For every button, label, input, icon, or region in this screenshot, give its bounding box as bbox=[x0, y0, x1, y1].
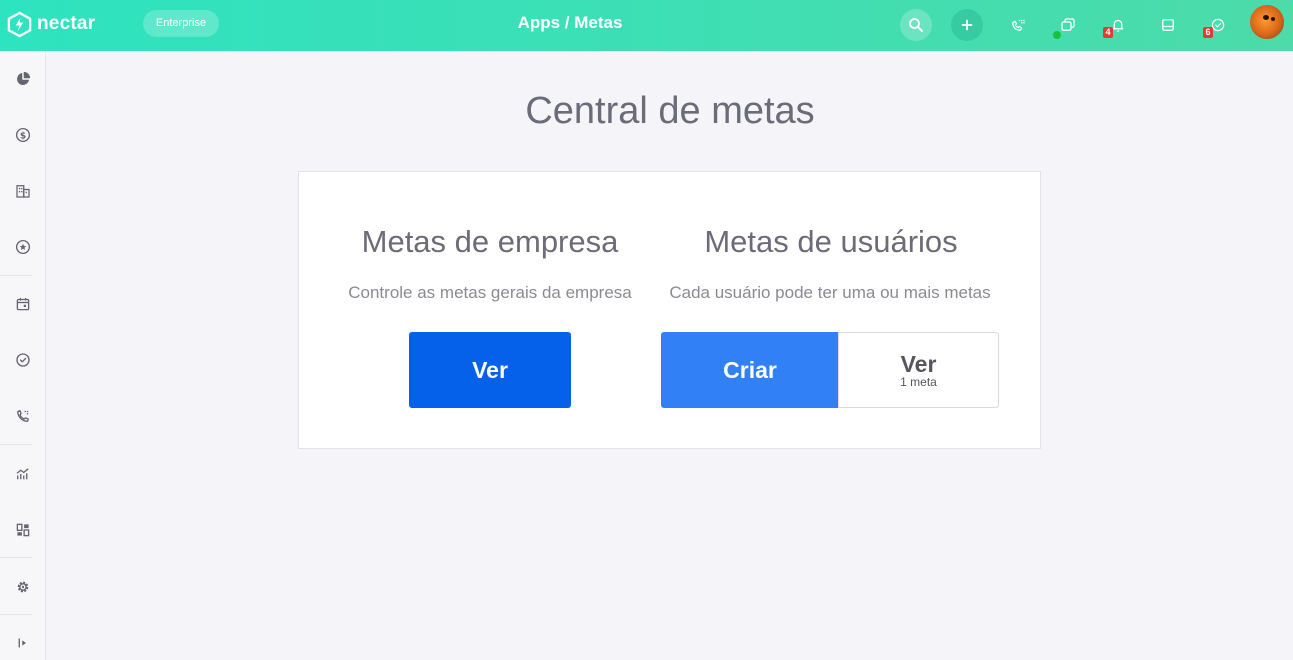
plus-icon bbox=[961, 19, 973, 31]
top-bar: nectar Enterprise Apps / Metas 4 6 bbox=[0, 0, 1293, 51]
view-user-goals-button[interactable]: Ver 1 meta bbox=[838, 332, 999, 408]
user-goals-description: Cada usuário pode ter uma ou mais metas bbox=[669, 283, 991, 302]
phone-dialpad-button[interactable] bbox=[1002, 9, 1034, 41]
sidebar-item-dashboard[interactable] bbox=[7, 63, 39, 95]
building-icon bbox=[16, 185, 30, 198]
sidebar-item-favorites[interactable] bbox=[7, 231, 39, 263]
page-title: Central de metas bbox=[525, 90, 815, 132]
dollar-icon: $ bbox=[15, 127, 31, 143]
search-icon bbox=[909, 18, 923, 32]
dashboard-pie-icon bbox=[17, 71, 31, 85]
chart-icon bbox=[16, 468, 29, 480]
notifications-count-badge: 4 bbox=[1103, 27, 1113, 38]
view-company-goals-button[interactable]: Ver bbox=[409, 332, 571, 408]
sidebar-item-calendar[interactable] bbox=[7, 288, 39, 320]
sidebar-item-tasks[interactable] bbox=[7, 344, 39, 376]
sidebar-divider bbox=[0, 444, 32, 445]
view-user-goals-label: Ver bbox=[900, 351, 937, 377]
sidebar-item-settings[interactable] bbox=[7, 571, 39, 603]
widgets-icon bbox=[16, 523, 30, 537]
add-button[interactable] bbox=[951, 9, 983, 41]
avatar-detail bbox=[1271, 17, 1275, 21]
expand-icon bbox=[18, 638, 26, 648]
plan-badge[interactable]: Enterprise bbox=[143, 10, 219, 37]
inbox-button[interactable] bbox=[1152, 9, 1184, 41]
star-icon bbox=[15, 239, 31, 255]
create-user-goal-button[interactable]: Criar bbox=[661, 332, 839, 408]
phone-icon bbox=[17, 410, 29, 422]
check-circle-icon bbox=[16, 353, 30, 367]
breadcrumb: Apps / Metas bbox=[517, 13, 623, 32]
svg-text:$: $ bbox=[20, 131, 26, 141]
company-goals-description: Controle as metas gerais da empresa bbox=[348, 283, 632, 302]
calendar-icon bbox=[16, 298, 30, 311]
phone-dialpad-icon bbox=[1012, 19, 1025, 31]
sidebar-item-sales[interactable]: $ bbox=[7, 119, 39, 151]
sidebar-item-apps[interactable] bbox=[7, 514, 39, 546]
settings-icon bbox=[17, 581, 29, 593]
logo[interactable]: nectar bbox=[6, 10, 95, 38]
company-goals-title: Metas de empresa bbox=[361, 224, 619, 259]
sidebar: $ bbox=[0, 51, 46, 660]
sidebar-divider bbox=[0, 557, 32, 558]
user-goals-count: 1 meta bbox=[900, 375, 937, 389]
search-button[interactable] bbox=[900, 9, 932, 41]
sidebar-item-reports[interactable] bbox=[7, 458, 39, 490]
nectar-logo-icon bbox=[7, 11, 32, 37]
sidebar-divider bbox=[0, 614, 32, 615]
sidebar-expand-button[interactable] bbox=[7, 627, 39, 659]
goals-card: Metas de empresa Controle as metas gerai… bbox=[298, 171, 1041, 449]
inbox-icon bbox=[1162, 19, 1174, 31]
avatar[interactable] bbox=[1250, 5, 1284, 39]
sidebar-divider bbox=[0, 275, 32, 276]
tasks-count-badge: 6 bbox=[1203, 27, 1213, 38]
avatar-detail bbox=[1263, 15, 1269, 20]
sidebar-item-companies[interactable] bbox=[7, 175, 39, 207]
sidebar-item-calls[interactable] bbox=[7, 400, 39, 432]
copy-icon bbox=[1061, 18, 1075, 31]
copy-button[interactable] bbox=[1052, 9, 1084, 41]
logo-text: nectar bbox=[37, 13, 96, 34]
user-goals-title: Metas de usuários bbox=[704, 224, 958, 259]
